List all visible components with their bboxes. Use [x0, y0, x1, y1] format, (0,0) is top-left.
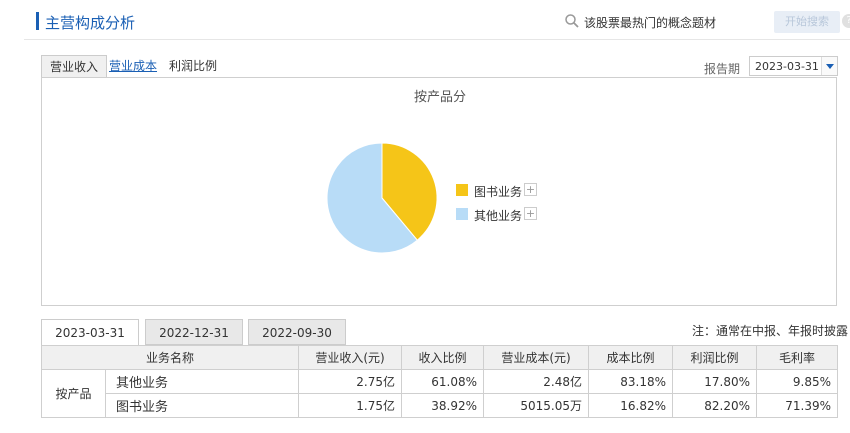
date-tab-2022-09-30[interactable]: 2022-09-30 [248, 319, 346, 345]
pie-chart [326, 142, 438, 254]
search-icon [565, 14, 579, 28]
row-cost-ratio: 16.82% [588, 393, 673, 418]
help-icon[interactable]: ? [842, 14, 850, 28]
table-row: 图书业务 1.75亿 38.92% 5015.05万 16.82% 82.20%… [42, 393, 838, 418]
legend-swatch-books [456, 184, 468, 196]
row-cost: 5015.05万 [483, 393, 589, 418]
row-rev-ratio: 61.08% [401, 369, 484, 394]
expand-plus-icon[interactable]: + [524, 183, 537, 196]
group-cell: 按产品 [41, 369, 106, 418]
row-cost-ratio: 83.18% [588, 369, 673, 394]
col-header-profit-ratio: 利润比例 [672, 345, 757, 370]
panel-header: 主营构成分析 该股票最热门的概念题材 开始搜索 ? [24, 0, 850, 40]
disclosure-note: 注：通常在中报、年报时披露 [692, 324, 849, 338]
report-period-label: 报告期 [704, 62, 741, 76]
col-header-cost: 营业成本(元) [483, 345, 589, 370]
composition-table: 业务名称 营业收入(元) 收入比例 营业成本(元) 成本比例 利润比例 毛利率 … [41, 345, 838, 418]
main-composition-panel: 主营构成分析 该股票最热门的概念题材 开始搜索 ? 营业收入 营业成本 利润比例… [24, 0, 850, 433]
legend-swatch-other [456, 208, 468, 220]
concept-search-hint[interactable]: 该股票最热门的概念题材 [584, 14, 716, 31]
table-row: 按产品 其他业务 2.75亿 61.08% 2.48亿 83.18% 17.80… [41, 369, 838, 418]
report-period-select[interactable]: 2023-03-31 [749, 56, 838, 76]
pie-chart-box: 按产品分 图书业务 + 其他业务 + [41, 77, 837, 306]
legend-label-other: 其他业务 [474, 209, 523, 223]
row-name: 图书业务 [105, 393, 299, 418]
tab-profit-ratio[interactable]: 利润比例 [169, 55, 217, 78]
date-tab-2022-12-31[interactable]: 2022-12-31 [145, 319, 243, 345]
tab-cost[interactable]: 营业成本 [109, 55, 157, 78]
col-header-name: 业务名称 [41, 345, 299, 370]
col-header-cost-ratio: 成本比例 [588, 345, 673, 370]
row-name: 其他业务 [105, 369, 299, 394]
title-accent-bar [36, 12, 39, 30]
row-revenue: 2.75亿 [298, 369, 402, 394]
page-title: 主营构成分析 [45, 14, 136, 32]
row-margin: 9.85% [756, 369, 838, 394]
start-search-button[interactable]: 开始搜索 [774, 11, 840, 33]
row-revenue: 1.75亿 [298, 393, 402, 418]
row-margin: 71.39% [756, 393, 838, 418]
row-rev-ratio: 38.92% [401, 393, 484, 418]
legend-label-books: 图书业务 [474, 185, 523, 199]
expand-plus-icon[interactable]: + [524, 207, 537, 220]
report-period-value: 2023-03-31 [755, 60, 819, 73]
row-cost: 2.48亿 [483, 369, 589, 394]
col-header-revenue: 营业收入(元) [298, 345, 402, 370]
tab-revenue[interactable]: 营业收入 [41, 55, 108, 78]
chevron-down-icon[interactable] [821, 57, 837, 75]
col-header-rev-ratio: 收入比例 [401, 345, 484, 370]
table-header-row: 业务名称 营业收入(元) 收入比例 营业成本(元) 成本比例 利润比例 毛利率 [41, 345, 838, 370]
row-profit-ratio: 82.20% [672, 393, 757, 418]
row-profit-ratio: 17.80% [672, 369, 757, 394]
date-tab-2023-03-31[interactable]: 2023-03-31 [41, 319, 139, 346]
col-header-margin: 毛利率 [756, 345, 838, 370]
